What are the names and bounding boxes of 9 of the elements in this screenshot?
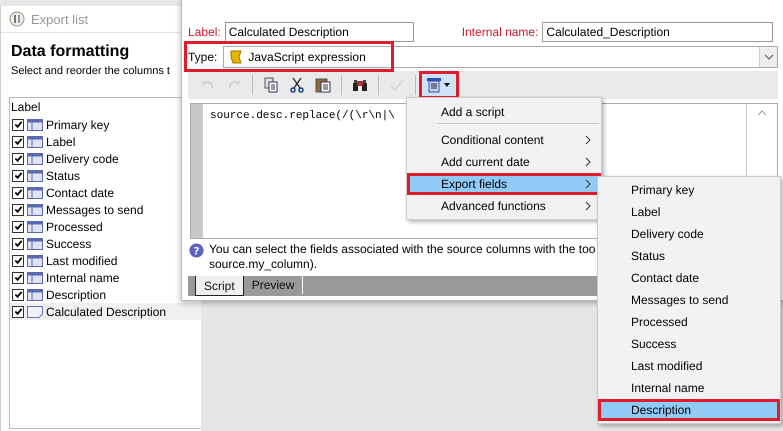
field-label: Type: (188, 50, 218, 64)
field-label: Label: (188, 25, 221, 39)
field-label: Internal name: (462, 25, 538, 39)
help-icon: ? (189, 243, 204, 258)
window-title: Export list (31, 12, 88, 26)
column-header: Label (10, 99, 42, 116)
code-line: source.desc.replace(/(\r\n|\ (210, 110, 395, 122)
section-description: Select and reorder the columns t (11, 65, 171, 77)
help-text: You can select the fields associated with the source columns with the too source.my_column). (209, 242, 596, 272)
